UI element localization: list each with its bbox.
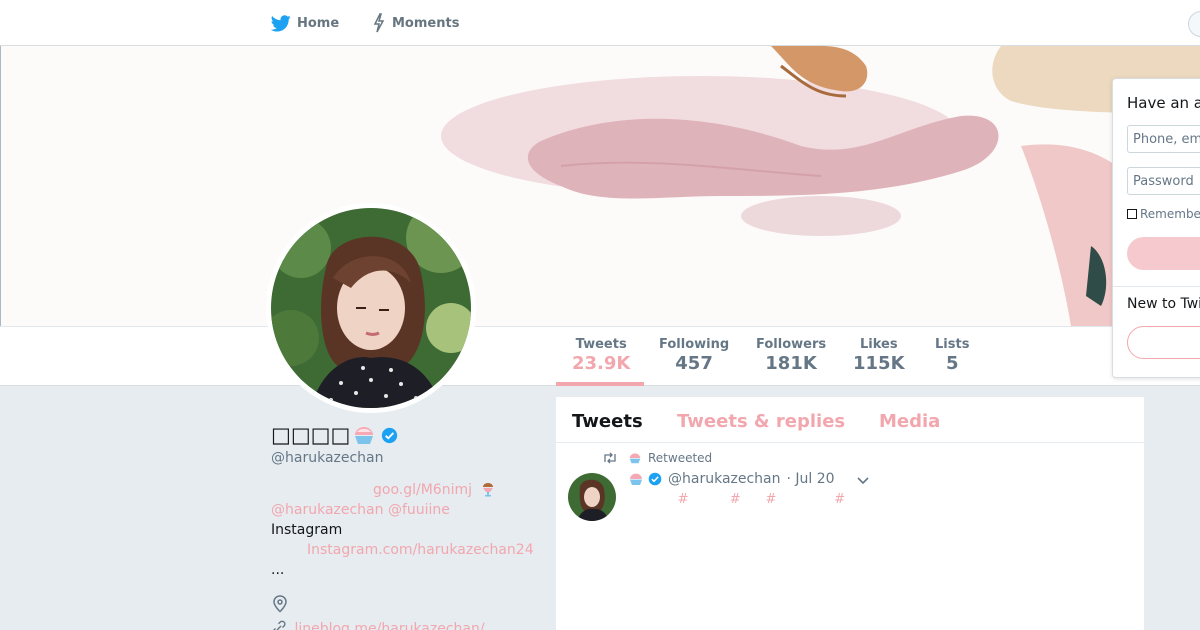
tab-media[interactable]: Media xyxy=(879,411,940,432)
stat-label: Likes xyxy=(859,337,898,352)
profile-banner xyxy=(0,46,1200,326)
tweet-text: # # # # xyxy=(628,492,846,507)
bio-ellipsis: ... xyxy=(271,562,285,578)
retweeted-label: Retweeted xyxy=(648,451,713,465)
login-dropdown: Have an account? Remember me New to Twit… xyxy=(1112,78,1200,378)
profile-name-text: □□□□ xyxy=(271,423,351,447)
tweet-avatar-photo xyxy=(568,473,616,521)
location-pin-icon xyxy=(273,595,287,613)
tweet-avatar[interactable] xyxy=(568,473,616,521)
top-navigation: Home Moments xyxy=(0,0,1200,46)
retweet-icon xyxy=(604,452,616,464)
bio-line-1: goo.gl/M6nimj xyxy=(373,480,496,500)
twitter-bird-icon xyxy=(271,14,291,31)
bio-instagram-link[interactable]: Instagram.com/harukazechan24 xyxy=(307,540,534,560)
profile-avatar[interactable] xyxy=(266,203,476,413)
bio-instagram-label: Instagram xyxy=(271,522,343,538)
shaved-ice-icon xyxy=(630,473,642,485)
stat-likes[interactable]: Likes 115K xyxy=(853,337,905,374)
banner-illustration xyxy=(441,46,1200,326)
verified-badge-icon xyxy=(382,427,398,443)
stat-label: Followers xyxy=(756,337,827,352)
tab-tweets-replies[interactable]: Tweets & replies xyxy=(677,411,845,432)
tab-tweets[interactable]: Tweets xyxy=(572,411,643,432)
remember-me[interactable]: Remember me xyxy=(1127,207,1200,221)
bio-link[interactable]: goo.gl/M6nimj xyxy=(373,482,472,498)
verified-badge-icon xyxy=(648,472,662,486)
stat-tweets[interactable]: Tweets 23.9K xyxy=(572,337,630,374)
login-divider xyxy=(1113,286,1200,287)
stat-value: 23.9K xyxy=(572,353,631,374)
stat-label: Lists xyxy=(935,337,970,352)
tweet-handle[interactable]: @harukazechan xyxy=(668,471,781,487)
shaved-ice-icon xyxy=(355,427,374,444)
remember-label: Remember me xyxy=(1140,207,1200,221)
stat-following[interactable]: Following 457 xyxy=(659,337,729,374)
nav-home-label: Home xyxy=(297,15,340,31)
profile-handle[interactable]: @harukazechan xyxy=(271,450,384,466)
timeline: Tweets Tweets & replies Media Retweeted xyxy=(556,397,1144,630)
login-title: Have an account? xyxy=(1127,94,1200,112)
remember-checkbox[interactable] xyxy=(1127,209,1137,219)
stat-label: Following xyxy=(659,337,730,352)
stat-lists[interactable]: Lists 5 xyxy=(935,337,969,374)
tweet-header: @harukazechan · Jul 20 xyxy=(628,471,835,487)
lightning-icon xyxy=(373,13,385,33)
password-input[interactable] xyxy=(1127,167,1200,195)
signup-button[interactable] xyxy=(1127,326,1200,359)
stat-value: 181K xyxy=(765,353,817,374)
profile-name[interactable]: □□□□ xyxy=(271,423,398,447)
nav-home[interactable]: Home xyxy=(271,12,339,34)
tweet-date[interactable]: · Jul 20 xyxy=(787,471,835,487)
login-button[interactable] xyxy=(1127,237,1200,270)
active-stat-underline xyxy=(556,382,644,386)
username-input[interactable] xyxy=(1127,125,1200,153)
stat-value: 115K xyxy=(853,353,905,374)
profile-website[interactable]: lineblog.me/harukazechan/ xyxy=(271,620,485,630)
new-to-twitter-label: New to Twitter? xyxy=(1127,296,1200,312)
nav-moments[interactable]: Moments xyxy=(372,12,459,34)
stat-value: 5 xyxy=(945,353,959,374)
stat-followers[interactable]: Followers 181K xyxy=(756,337,826,374)
avatar-photo xyxy=(271,208,471,408)
profile-stats-bar: Tweets 23.9K Following 457 Followers 181… xyxy=(0,326,1200,386)
chevron-down-icon[interactable] xyxy=(856,476,870,486)
shaved-ice-icon xyxy=(629,453,641,464)
link-icon xyxy=(273,620,286,630)
nav-moments-label: Moments xyxy=(392,15,460,31)
stat-label: Tweets xyxy=(575,337,627,352)
stat-value: 457 xyxy=(675,353,713,374)
account-avatar[interactable] xyxy=(1188,11,1200,37)
profile-website-text: lineblog.me/harukazechan/ xyxy=(294,621,485,630)
parfait-icon xyxy=(483,483,494,497)
timeline-tabs: Tweets Tweets & replies Media xyxy=(556,397,1144,443)
bio-mentions[interactable]: @harukazechan @fuuiine xyxy=(271,500,450,520)
retweet-context: Retweeted xyxy=(602,451,712,465)
